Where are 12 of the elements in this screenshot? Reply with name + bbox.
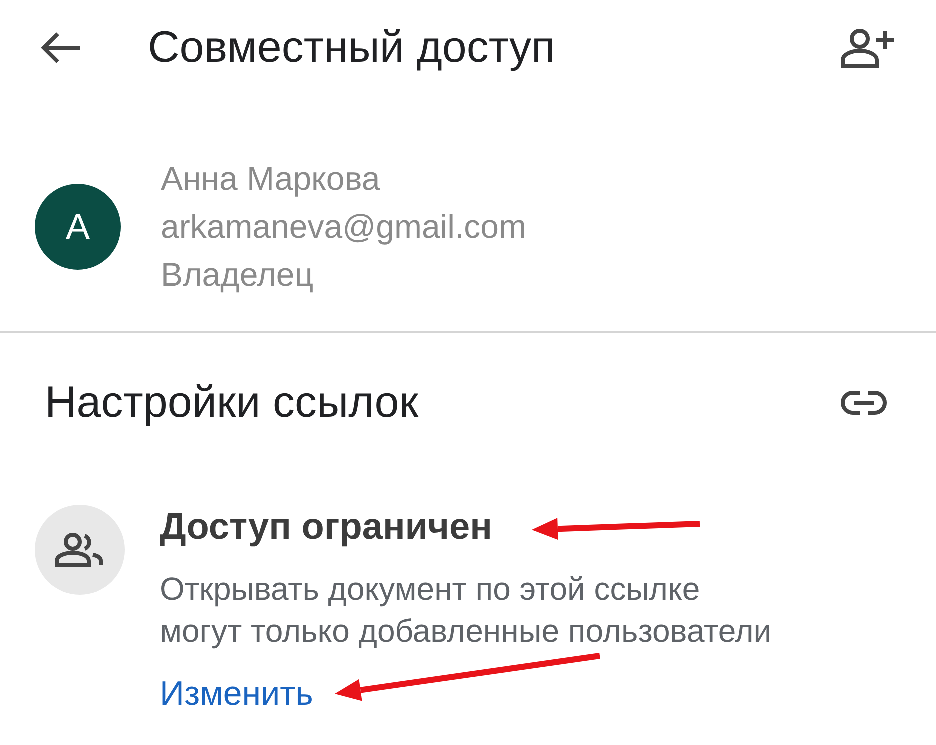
person-role: Владелец bbox=[161, 255, 315, 295]
link-icon[interactable] bbox=[840, 390, 888, 416]
avatar: А bbox=[35, 184, 121, 270]
person-name: Анна Маркова bbox=[161, 159, 382, 199]
change-link[interactable]: Изменить bbox=[160, 668, 314, 720]
person-email: arkamaneva@gmail.com bbox=[161, 207, 526, 247]
screen-title: Совместный доступ bbox=[148, 22, 556, 74]
add-person-icon[interactable] bbox=[840, 28, 896, 68]
access-title: Доступ ограничен bbox=[160, 505, 494, 549]
back-icon[interactable] bbox=[40, 30, 82, 64]
access-description: Открывать документ по этой ссылке могут только добавленные пользователи bbox=[160, 570, 773, 651]
section-title: Настройки ссылок bbox=[45, 377, 418, 429]
